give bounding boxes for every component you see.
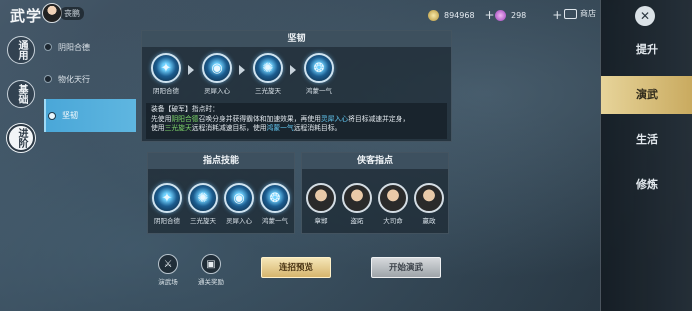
skill-name: 灵犀入心 <box>226 217 252 225</box>
skill-name: 三光旋天 <box>255 87 281 95</box>
close-icon[interactable]: ✕ <box>635 6 655 26</box>
combo-preview-button[interactable]: 连招预览 <box>261 257 331 278</box>
skill-icon: ✦ <box>152 183 182 213</box>
arrow-icon <box>290 65 296 75</box>
tab-advanced[interactable]: 进阶 <box>7 124 35 152</box>
heroes-title: 侠客指点 <box>302 153 448 169</box>
skill-icon: ◉ <box>224 183 254 213</box>
combo-skill-1[interactable]: ✦ 阴阳合德 <box>149 53 183 95</box>
skill-name: 灵犀入心 <box>204 87 230 95</box>
list-item-label: 坚韧 <box>62 111 78 120</box>
hero-portrait <box>414 183 444 213</box>
list-item-jianren[interactable]: 坚韧 <box>44 99 136 132</box>
shop-label: 商店 <box>580 9 596 18</box>
combo-skill-4[interactable]: ❂ 鸿蒙一气 <box>302 53 336 95</box>
reward-button[interactable]: ▣ 通关奖励 <box>192 254 230 286</box>
coin-icon <box>428 9 439 21</box>
start-practice-button[interactable]: 开始演武 <box>371 257 441 278</box>
coin-amount: 894968 <box>444 10 475 20</box>
add-coin-button[interactable]: + <box>485 8 495 22</box>
top-bar: 武学 丧鹏 894968 + 298 + 商店 <box>0 0 600 30</box>
hero-card-2[interactable]: 盗跖 <box>340 183 374 225</box>
page-title: 武学 <box>10 7 43 25</box>
status-dot <box>48 111 56 120</box>
guide-skill-1[interactable]: ✦ 阴阳合德 <box>150 183 184 225</box>
list-item-yinyang[interactable]: 阴阳合德 <box>44 38 90 56</box>
arena-label: 演武场 <box>158 278 178 286</box>
hero-guide-panel: 侠客指点 章邯 盗跖 大司命 嬴政 <box>301 152 449 234</box>
hero-portrait <box>342 183 372 213</box>
arena-button[interactable]: ⚔ 演武场 <box>149 254 187 286</box>
list-item-label: 阴阳合德 <box>58 42 90 52</box>
hero-name: 大司命 <box>383 217 403 225</box>
tab-upgrade[interactable]: 提升 <box>601 31 692 69</box>
add-gem-button[interactable]: + <box>552 8 562 22</box>
gem-counter: 298 + <box>495 8 562 22</box>
skill-icon: ✺ <box>253 53 283 83</box>
hero-card-1[interactable]: 章邯 <box>304 183 338 225</box>
reward-label: 通关奖励 <box>198 278 224 286</box>
shop-icon <box>564 8 577 19</box>
hero-portrait <box>306 183 336 213</box>
hero-card-3[interactable]: 大司命 <box>376 183 410 225</box>
skills-title: 指点技能 <box>148 153 294 169</box>
combo-skill-3[interactable]: ✺ 三光旋天 <box>251 53 285 95</box>
tab-cultivate[interactable]: 修炼 <box>601 166 692 204</box>
hero-portrait <box>378 183 408 213</box>
desc-line: 先使用阴阳合德召唤分身并获得霸体和加速效果，再使用灵犀入心将目标减速并定身， <box>151 114 410 123</box>
shop-button[interactable]: 商店 <box>564 8 596 19</box>
skill-icon: ✺ <box>188 183 218 213</box>
hero-name: 盗跖 <box>350 217 364 225</box>
guide-skill-4[interactable]: ❂ 鸿蒙一气 <box>258 183 292 225</box>
combo-skill-2[interactable]: ◉ 灵犀入心 <box>200 53 234 95</box>
gem-icon <box>495 9 506 21</box>
guide-skill-3[interactable]: ◉ 灵犀入心 <box>222 183 256 225</box>
combo-description: 装备【破军】指点时： 先使用阴阳合德召唤分身并获得霸体和加速效果，再使用灵犀入心… <box>146 103 447 139</box>
guide-skills-panel: 指点技能 ✦ 阴阳合德 ✺ 三光旋天 ◉ 灵犀入心 ❂ 鸿蒙一气 <box>147 152 295 234</box>
skill-name: 三光旋天 <box>190 217 216 225</box>
skill-icon: ❂ <box>304 53 334 83</box>
crossed-swords-icon: ⚔ <box>158 254 178 274</box>
arrow-icon <box>239 65 245 75</box>
game-screen: 武学 丧鹏 894968 + 298 + 商店 通用 基础 进阶 阴阳合德 物化… <box>0 0 692 311</box>
coin-counter: 894968 + <box>428 8 495 22</box>
status-dot <box>44 75 52 83</box>
combo-panel: 坚韧 ✦ 阴阳合德 ◉ 灵犀入心 ✺ 三光旋天 ❂ 鸿蒙一气 装备【破军】指点时… <box>141 30 452 142</box>
right-menu: ✕ 提升 演武 生活 修炼 <box>600 0 692 311</box>
hero-name: 嬴政 <box>422 217 436 225</box>
player-name: 丧鹏 <box>60 7 84 20</box>
tab-life[interactable]: 生活 <box>601 121 692 159</box>
skill-icon: ◉ <box>202 53 232 83</box>
desc-line: 使用三光旋天远程消耗减速目标，使用鸿蒙一气远程消耗目标。 <box>151 124 342 132</box>
skill-name: 鸿蒙一气 <box>306 87 332 95</box>
list-item-label: 物化天行 <box>58 74 90 84</box>
skill-name: 阴阳合德 <box>153 87 179 95</box>
tab-basic[interactable]: 基础 <box>7 80 35 108</box>
list-item-wuhua[interactable]: 物化天行 <box>44 70 90 88</box>
chest-icon: ▣ <box>201 254 221 274</box>
hero-name: 章邯 <box>314 217 328 225</box>
tab-general[interactable]: 通用 <box>7 36 35 64</box>
gem-amount: 298 <box>511 10 527 20</box>
player-avatar[interactable] <box>42 3 62 23</box>
desc-line: 装备【破军】指点时： <box>151 105 219 113</box>
tab-practice[interactable]: 演武 <box>601 76 692 114</box>
skill-name: 鸿蒙一气 <box>262 217 288 225</box>
skill-icon: ❂ <box>260 183 290 213</box>
arrow-icon <box>188 65 194 75</box>
skill-icon: ✦ <box>151 53 181 83</box>
combo-title: 坚韧 <box>142 31 451 47</box>
guide-skill-2[interactable]: ✺ 三光旋天 <box>186 183 220 225</box>
hero-card-4[interactable]: 嬴政 <box>412 183 446 225</box>
skill-name: 阴阳合德 <box>154 217 180 225</box>
status-dot <box>44 43 52 51</box>
